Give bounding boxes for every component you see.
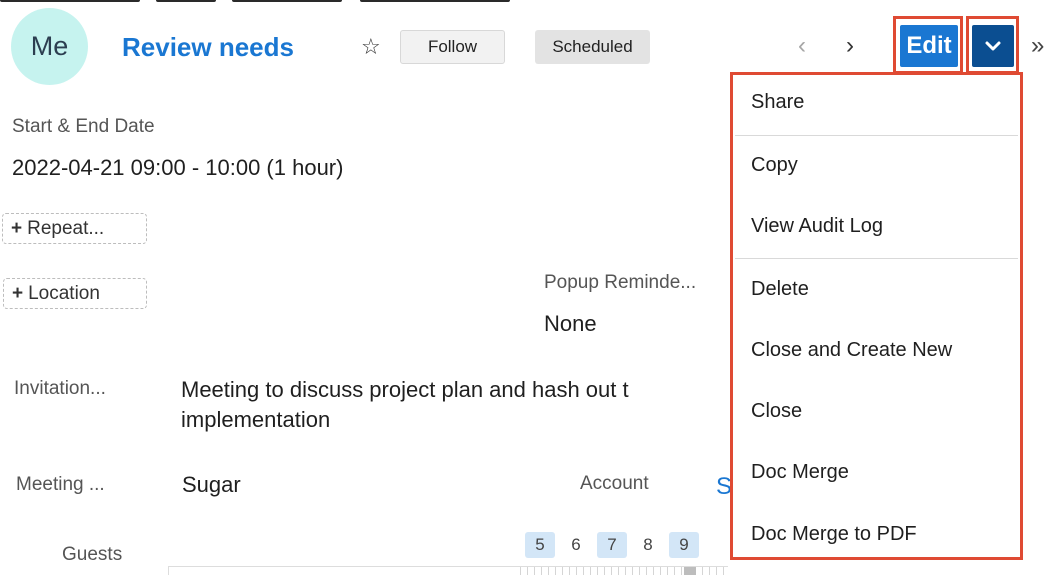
previous-record-chevron-left-icon[interactable]: ‹ [798,32,806,60]
menu-item-close-and-create-new[interactable]: Close and Create New [735,339,1018,362]
guest-day[interactable]: 6 [561,532,591,558]
guest-day[interactable]: 9 [669,532,699,558]
meeting-value[interactable]: Sugar [182,472,241,498]
chevron-down-icon [985,41,1001,51]
guests-timeline-ticks [520,567,730,575]
add-repeat-label: Repeat... [27,217,105,239]
menu-item-view-audit-log[interactable]: View Audit Log [735,215,1018,238]
guests-day-strip: 5 6 7 8 9 [525,532,699,558]
menu-item-doc-merge[interactable]: Doc Merge [735,461,1018,484]
menu-item-copy[interactable]: Copy [735,154,1018,177]
guest-day[interactable]: 7 [597,532,627,558]
next-record-chevron-right-icon[interactable]: › [846,32,854,60]
menu-item-close[interactable]: Close [735,400,1018,423]
invitation-text-line1[interactable]: Meeting to discuss project plan and hash… [181,377,629,403]
plus-icon: + [12,282,24,304]
avatar-initials: Me [30,31,69,61]
invitation-text-line2[interactable]: implementation [181,407,330,433]
account-label: Account [580,473,649,494]
guest-day[interactable]: 5 [525,532,555,558]
plus-icon: + [11,217,23,239]
add-location-button[interactable]: + Location [3,278,147,309]
menu-divider [735,135,1018,136]
actions-dropdown-button[interactable] [972,25,1014,67]
favorite-star-icon[interactable]: ☆ [361,34,381,60]
menu-item-delete[interactable]: Delete [735,278,1018,301]
add-location-label: Location [28,282,100,304]
meeting-label: Meeting ... [16,474,105,495]
guest-day[interactable]: 8 [633,532,663,558]
guests-timeline-marker [684,567,696,575]
actions-dropdown-menu: Share Copy View Audit Log Delete Close a… [735,77,1018,555]
guests-label: Guests [62,544,123,565]
record-title[interactable]: Review needs [122,32,294,63]
follow-button[interactable]: Follow [400,30,505,64]
more-double-chevron-icon[interactable]: » [1031,32,1044,60]
popup-reminder-value[interactable]: None [544,311,597,337]
menu-item-share[interactable]: Share [735,91,1018,114]
start-end-date-value[interactable]: 2022-04-21 09:00 - 10:00 (1 hour) [12,155,343,181]
start-end-date-label: Start & End Date [12,116,155,137]
menu-item-doc-merge-to-pdf[interactable]: Doc Merge to PDF [735,523,1018,546]
add-repeat-button[interactable]: + Repeat... [2,213,147,244]
popup-reminder-label: Popup Reminde... [544,272,697,293]
edit-button[interactable]: Edit [900,25,958,67]
avatar: Me [11,8,88,85]
clipped-top-text [0,0,1064,8]
status-badge: Scheduled [535,30,650,64]
invitation-label: Invitation... [14,378,106,399]
menu-divider [735,258,1018,259]
